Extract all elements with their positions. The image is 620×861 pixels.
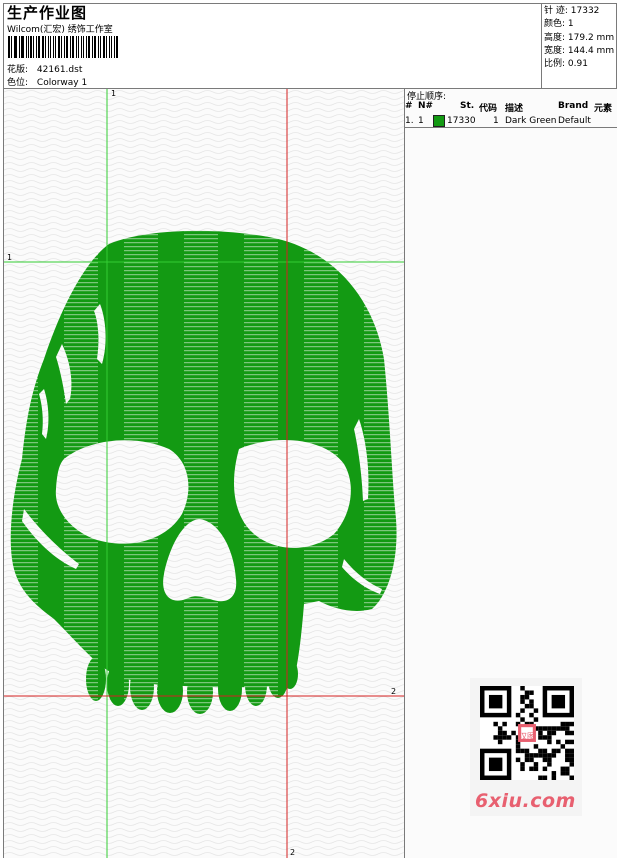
row-number: 1.: [405, 116, 414, 126]
col-stitches: St.: [460, 101, 475, 111]
colorway-row: 色位: Colorway 1: [7, 75, 87, 88]
qr-code-icon: 汉图: [480, 686, 574, 780]
col-description: 描述: [505, 104, 524, 114]
stat-stitches: 针 迹: 17332: [544, 6, 600, 16]
stat-scale: 比例: 0.91: [544, 59, 588, 70]
row-brand: Default: [558, 116, 591, 126]
row-stitches: 17330: [447, 116, 476, 126]
colorway-name: Colorway 1: [36, 78, 88, 88]
design-row: 花版: 42161.dst: [7, 62, 82, 75]
guide-label-green-top: 1: [111, 89, 117, 98]
col-brand: Brand: [558, 101, 589, 111]
design-label: 花版:: [7, 65, 29, 75]
sheet-title: 生产作业图: [7, 4, 88, 22]
stat-width: 宽度: 144.4 mm: [544, 45, 615, 56]
row-description: Dark Green: [505, 116, 557, 126]
row-divider: [405, 127, 617, 128]
company-name: Wilcom(汇宏) 绣饰工作室: [7, 25, 113, 35]
design-canvas: 1 1 2 2: [4, 89, 404, 858]
watermark-site: 6xiu.com: [475, 790, 576, 812]
guide-label-red-bottom: 2: [290, 848, 296, 857]
thread-color-swatch: [433, 115, 445, 127]
skull-embroidery: [4, 89, 404, 858]
stat-colors: 颜色: 1: [544, 19, 574, 30]
design-file: 42161.dst: [36, 65, 83, 75]
header-stats-divider: [541, 3, 542, 88]
svg-text:汉图: 汉图: [519, 732, 535, 741]
stat-height: 高度: 179.2 mm: [544, 32, 615, 43]
col-needle: N#: [418, 101, 434, 111]
row-code: 1: [493, 116, 499, 126]
guide-label-red-right: 2: [391, 687, 397, 696]
guide-label-green-left: 1: [7, 253, 13, 262]
stitch-texture: [4, 89, 404, 858]
col-element: 元素: [594, 104, 613, 114]
design-stats: 针 迹: 17332 颜色: 1 高度: 179.2 mm 宽度: 144.4 …: [544, 5, 614, 71]
col-number: #: [405, 101, 413, 111]
colorway-label: 色位:: [7, 78, 29, 88]
row-needle: 1: [418, 116, 424, 126]
col-code: 代码: [479, 104, 498, 114]
barcode-icon: [8, 36, 120, 58]
